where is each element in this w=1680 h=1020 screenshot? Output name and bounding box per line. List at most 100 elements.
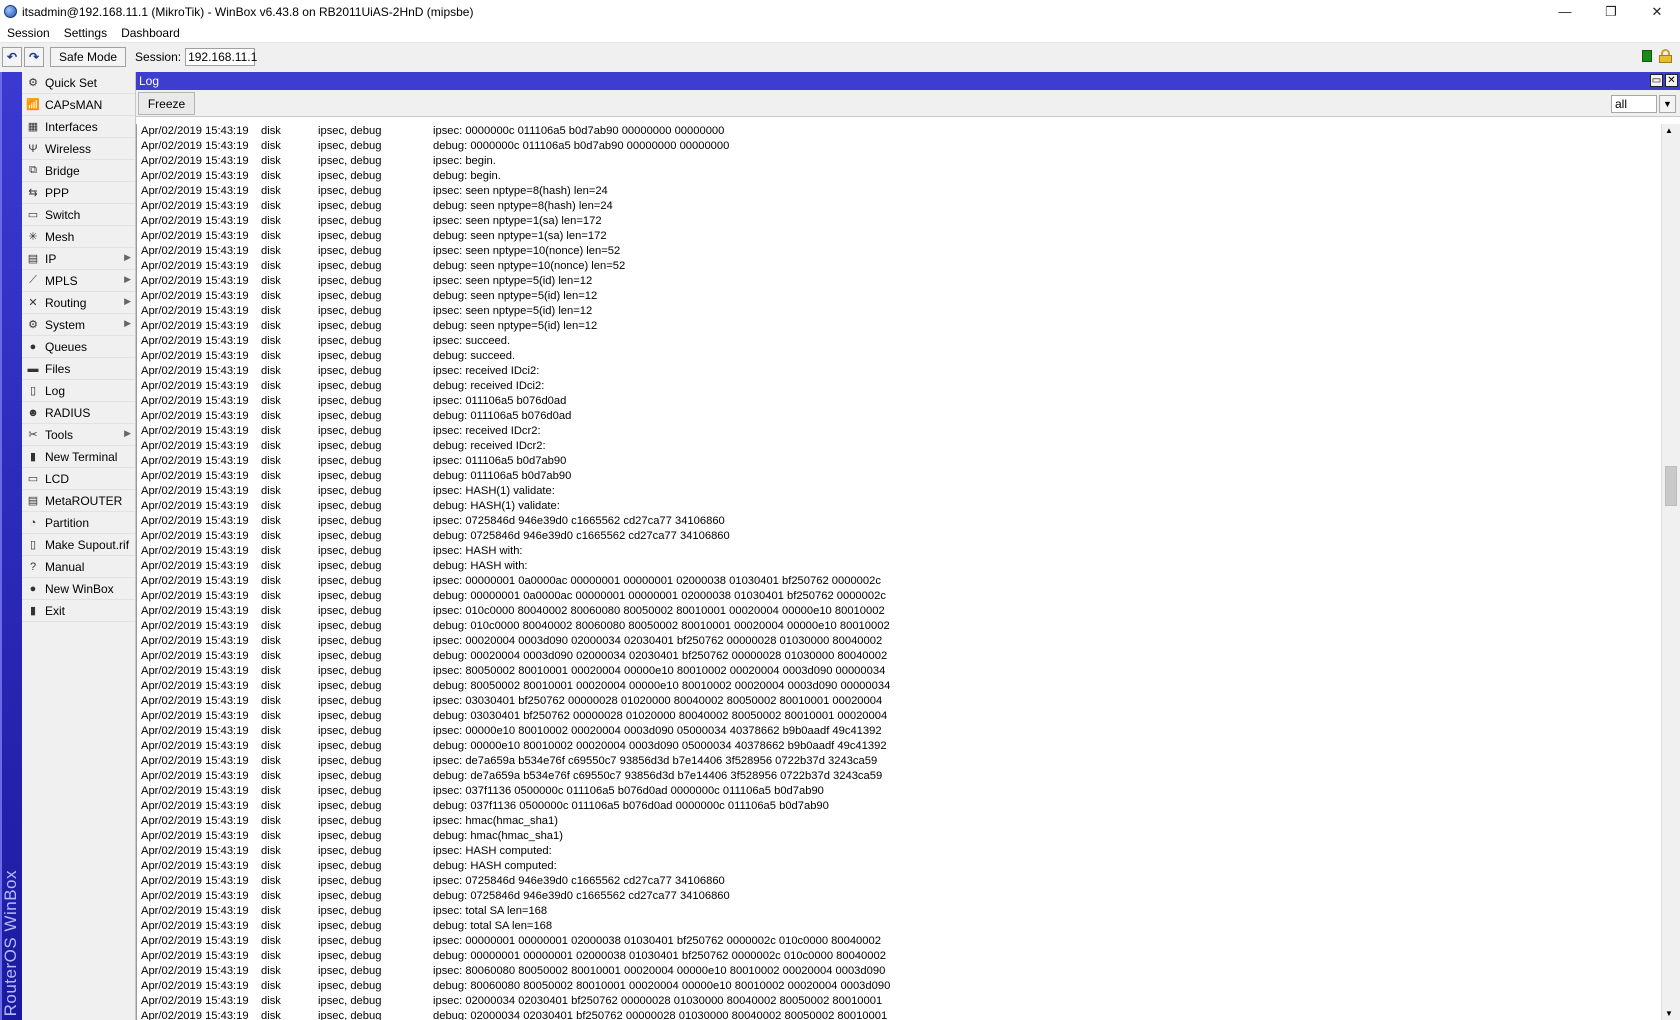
sidebar-item-capsman[interactable]: 📶 CAPsMAN [22,94,135,116]
safe-mode-button[interactable]: Safe Mode [50,47,127,67]
log-row[interactable]: Apr/02/2019 15:43:19 disk ipsec, debug debu… [137,259,1658,274]
sidebar-item-radius[interactable]: ☻ RADIUS [22,402,135,424]
log-row[interactable]: Apr/02/2019 15:43:19 disk ipsec, debug debu… [137,529,1658,544]
log-scrollbar[interactable]: ▲ ▼ [1661,124,1680,1020]
filter-dropdown-icon[interactable]: ▼ [1659,95,1676,113]
session-field[interactable]: 192.168.11.1 [185,48,257,66]
menu-session[interactable]: Session [0,26,57,40]
log-row[interactable]: Apr/02/2019 15:43:19 disk ipsec, debug ipse… [137,364,1658,379]
log-row[interactable]: Apr/02/2019 15:43:19 disk ipsec, debug ipse… [137,484,1658,499]
log-row[interactable]: Apr/02/2019 15:43:19 disk ipsec, debug ipse… [137,694,1658,709]
log-row[interactable]: Apr/02/2019 15:43:19 disk ipsec, debug debu… [137,889,1658,904]
log-row[interactable]: Apr/02/2019 15:43:19 disk ipsec, debug debu… [137,679,1658,694]
scroll-down-icon[interactable]: ▼ [1665,1009,1673,1018]
log-row[interactable]: Apr/02/2019 15:43:19 disk ipsec, debug debu… [137,499,1658,514]
log-row[interactable]: Apr/02/2019 15:43:19 disk ipsec, debug ipse… [137,664,1658,679]
sidebar-item-routing[interactable]: ✕ Routing ▶ [22,292,135,314]
sidebar-item-queues[interactable]: ● Queues [22,336,135,358]
sidebar-item-bridge[interactable]: ⧉ Bridge [22,160,135,182]
freeze-button[interactable]: Freeze [138,92,195,115]
log-row[interactable]: Apr/02/2019 15:43:19 disk ipsec, debug debu… [137,709,1658,724]
log-row[interactable]: Apr/02/2019 15:43:19 disk ipsec, debug ipse… [137,394,1658,409]
sidebar-item-mpls[interactable]: ⟋ MPLS ▶ [22,270,135,292]
log-row[interactable]: Apr/02/2019 15:43:19 disk ipsec, debug ipse… [137,424,1658,439]
log-row[interactable]: Apr/02/2019 15:43:19 disk ipsec, debug ipse… [137,844,1658,859]
sidebar-item-tools[interactable]: ✂ Tools ▶ [22,424,135,446]
log-list[interactable]: Apr/02/2019 15:43:19 disk ipsec, debug ipse… [136,124,1658,1020]
sidebar-item-lcd[interactable]: ▭ LCD [22,468,135,490]
log-row[interactable]: Apr/02/2019 15:43:19 disk ipsec, debug ipse… [137,214,1658,229]
log-row[interactable]: Apr/02/2019 15:43:19 disk ipsec, debug debu… [137,619,1658,634]
maximize-window-icon[interactable]: ▭ [1650,74,1663,87]
close-button[interactable]: ✕ [1634,0,1680,23]
log-row[interactable]: Apr/02/2019 15:43:19 disk ipsec, debug ipse… [137,154,1658,169]
log-row[interactable]: Apr/02/2019 15:43:19 disk ipsec, debug debu… [137,139,1658,154]
log-row[interactable]: Apr/02/2019 15:43:19 disk ipsec, debug ipse… [137,724,1658,739]
sidebar-item-system[interactable]: ⚙ System ▶ [22,314,135,336]
log-row[interactable]: Apr/02/2019 15:43:19 disk ipsec, debug debu… [137,469,1658,484]
log-row[interactable]: Apr/02/2019 15:43:19 disk ipsec, debug ipse… [137,514,1658,529]
sidebar-item-switch[interactable]: ▭ Switch [22,204,135,226]
log-filter-select[interactable]: all [1611,95,1657,113]
sidebar-item-mesh[interactable]: ✳ Mesh [22,226,135,248]
log-row[interactable]: Apr/02/2019 15:43:19 disk ipsec, debug ipse… [137,184,1658,199]
sidebar-item-log[interactable]: ▯ Log [22,380,135,402]
log-row[interactable]: Apr/02/2019 15:43:19 disk ipsec, debug debu… [137,739,1658,754]
log-row[interactable]: Apr/02/2019 15:43:19 disk ipsec, debug ipse… [137,124,1658,139]
scroll-up-icon[interactable]: ▲ [1665,126,1673,135]
log-row[interactable]: Apr/02/2019 15:43:19 disk ipsec, debug debu… [137,1009,1658,1020]
log-row[interactable]: Apr/02/2019 15:43:19 disk ipsec, debug ipse… [137,814,1658,829]
log-row[interactable]: Apr/02/2019 15:43:19 disk ipsec, debug ipse… [137,574,1658,589]
log-row[interactable]: Apr/02/2019 15:43:19 disk ipsec, debug debu… [137,349,1658,364]
sidebar-item-partition[interactable]: ◔ Partition [22,512,135,534]
log-row[interactable]: Apr/02/2019 15:43:19 disk ipsec, debug ipse… [137,604,1658,619]
close-window-icon[interactable]: ✕ [1665,74,1678,87]
log-row[interactable]: Apr/02/2019 15:43:19 disk ipsec, debug ipse… [137,274,1658,289]
restore-button[interactable]: ❐ [1588,0,1634,23]
sidebar-item-ip[interactable]: ▤ IP ▶ [22,248,135,270]
log-row[interactable]: Apr/02/2019 15:43:19 disk ipsec, debug ipse… [137,544,1658,559]
sidebar-item-metarouter[interactable]: ▤ MetaROUTER [22,490,135,512]
log-row[interactable]: Apr/02/2019 15:43:19 disk ipsec, debug debu… [137,979,1658,994]
log-row[interactable]: Apr/02/2019 15:43:19 disk ipsec, debug ipse… [137,964,1658,979]
sidebar-item-new-terminal[interactable]: ▮ New Terminal [22,446,135,468]
log-row[interactable]: Apr/02/2019 15:43:19 disk ipsec, debug debu… [137,229,1658,244]
log-row[interactable]: Apr/02/2019 15:43:19 disk ipsec, debug ipse… [137,334,1658,349]
sidebar-item-wireless[interactable]: Ψ Wireless [22,138,135,160]
menu-settings[interactable]: Settings [57,26,114,40]
log-row[interactable]: Apr/02/2019 15:43:19 disk ipsec, debug debu… [137,589,1658,604]
log-row[interactable]: Apr/02/2019 15:43:19 disk ipsec, debug debu… [137,859,1658,874]
log-row[interactable]: Apr/02/2019 15:43:19 disk ipsec, debug ipse… [137,784,1658,799]
log-row[interactable]: Apr/02/2019 15:43:19 disk ipsec, debug ipse… [137,874,1658,889]
log-row[interactable]: Apr/02/2019 15:43:19 disk ipsec, debug debu… [137,379,1658,394]
undo-icon[interactable]: ↶ [2,47,22,67]
log-row[interactable]: Apr/02/2019 15:43:19 disk ipsec, debug ipse… [137,904,1658,919]
log-row[interactable]: Apr/02/2019 15:43:19 disk ipsec, debug debu… [137,169,1658,184]
log-row[interactable]: Apr/02/2019 15:43:19 disk ipsec, debug debu… [137,799,1658,814]
log-row[interactable]: Apr/02/2019 15:43:19 disk ipsec, debug ipse… [137,304,1658,319]
log-row[interactable]: Apr/02/2019 15:43:19 disk ipsec, debug debu… [137,199,1658,214]
log-row[interactable]: Apr/02/2019 15:43:19 disk ipsec, debug debu… [137,829,1658,844]
log-row[interactable]: Apr/02/2019 15:43:19 disk ipsec, debug ipse… [137,454,1658,469]
log-row[interactable]: Apr/02/2019 15:43:19 disk ipsec, debug debu… [137,919,1658,934]
log-row[interactable]: Apr/02/2019 15:43:19 disk ipsec, debug ipse… [137,934,1658,949]
log-row[interactable]: Apr/02/2019 15:43:19 disk ipsec, debug debu… [137,949,1658,964]
sidebar-item-files[interactable]: ▬ Files [22,358,135,380]
log-row[interactable]: Apr/02/2019 15:43:19 disk ipsec, debug debu… [137,439,1658,454]
sidebar-item-interfaces[interactable]: ▦ Interfaces [22,116,135,138]
redo-icon[interactable]: ↷ [24,47,44,67]
sidebar-item-exit[interactable]: ▮ Exit [22,600,135,622]
sidebar-item-ppp[interactable]: ⇆ PPP [22,182,135,204]
log-row[interactable]: Apr/02/2019 15:43:19 disk ipsec, debug debu… [137,769,1658,784]
scroll-thumb[interactable] [1665,466,1677,506]
log-row[interactable]: Apr/02/2019 15:43:19 disk ipsec, debug ipse… [137,994,1658,1009]
log-row[interactable]: Apr/02/2019 15:43:19 disk ipsec, debug debu… [137,409,1658,424]
sidebar-item-new-winbox[interactable]: ● New WinBox [22,578,135,600]
log-row[interactable]: Apr/02/2019 15:43:19 disk ipsec, debug debu… [137,319,1658,334]
sidebar-item-quick-set[interactable]: ⚙ Quick Set [22,72,135,94]
log-row[interactable]: Apr/02/2019 15:43:19 disk ipsec, debug ipse… [137,754,1658,769]
minimize-button[interactable]: — [1542,0,1588,23]
log-row[interactable]: Apr/02/2019 15:43:19 disk ipsec, debug debu… [137,649,1658,664]
sidebar-item-make-supout-rif[interactable]: ▯ Make Supout.rif [22,534,135,556]
sidebar-item-manual[interactable]: ? Manual [22,556,135,578]
